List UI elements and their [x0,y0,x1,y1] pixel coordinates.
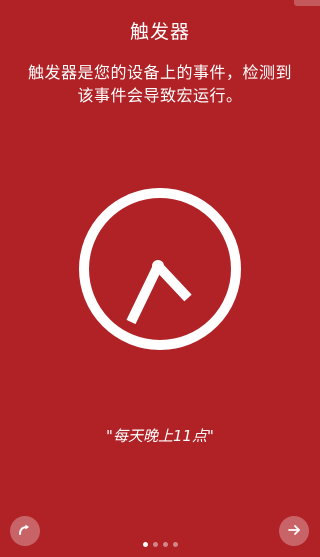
next-button[interactable] [279,516,309,546]
page-dot [162,542,168,547]
status-bar-fragment [294,0,320,6]
page-dot [142,542,148,547]
intro-description: 触发器是您的设备上的事件，检测到该事件会导致宏运行。 [27,63,292,105]
page-dot [152,542,158,547]
page-dot [172,542,178,547]
trigger-example-caption: "每天晚上11点" [106,427,214,445]
page-title: 触发器 [129,21,190,43]
clock-icon [79,188,241,350]
redo-arrow-icon [18,522,32,541]
page-indicator [0,542,320,547]
arrow-right-icon [287,522,301,541]
